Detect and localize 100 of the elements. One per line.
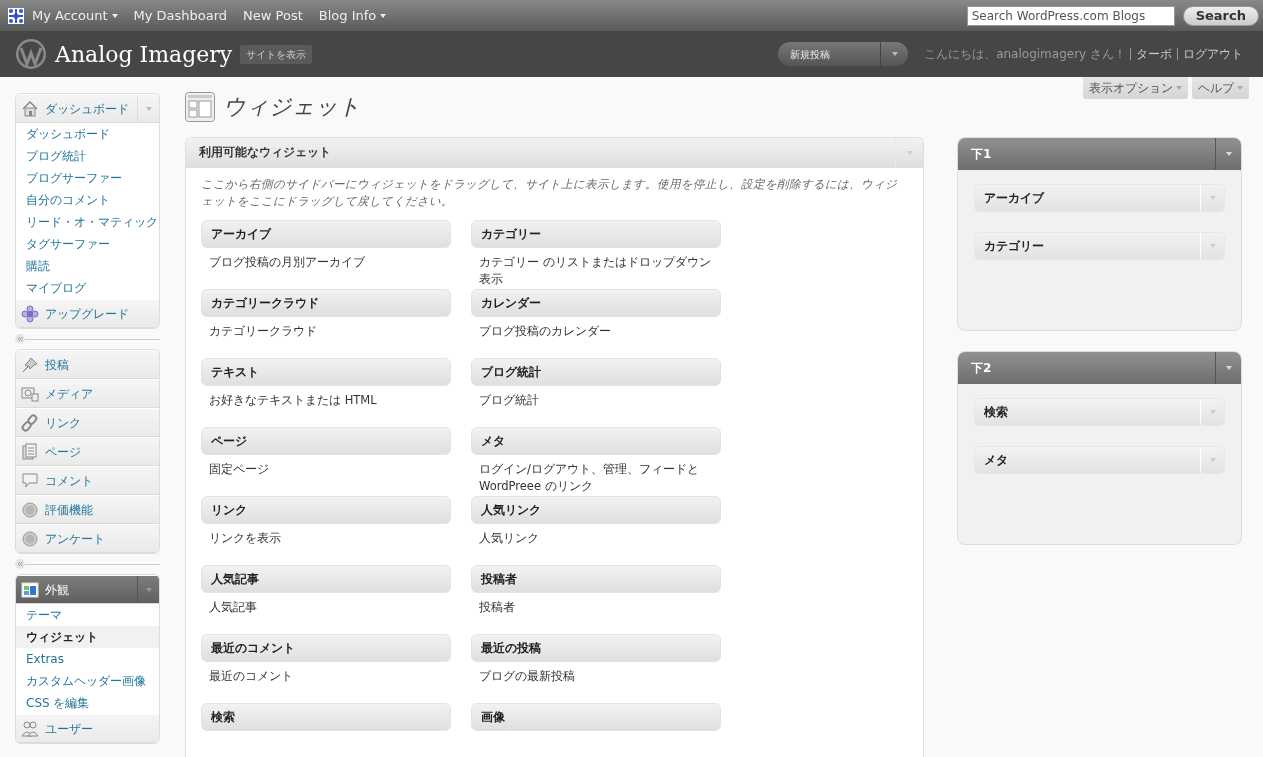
caret-icon bbox=[1225, 366, 1232, 370]
admin-bar-link[interactable]: My Dashboard bbox=[125, 5, 236, 26]
widget-handle[interactable]: カテゴリークラウド bbox=[201, 289, 451, 317]
new-post-dropdown[interactable]: 新規投稿 bbox=[778, 42, 909, 66]
submenu-item[interactable]: 自分のコメント bbox=[16, 189, 159, 211]
caret-icon bbox=[891, 52, 898, 56]
widget-handle[interactable]: カテゴリー bbox=[471, 220, 721, 248]
widget-handle[interactable]: テキスト bbox=[201, 358, 451, 386]
widget-handle[interactable]: メタ bbox=[471, 427, 721, 455]
submenu-item[interactable]: Extras bbox=[16, 648, 159, 670]
widget-description: お好きなテキストまたは HTML bbox=[208, 392, 378, 409]
widget-handle[interactable]: 人気リンク bbox=[471, 496, 721, 524]
greeting-text: こんにちは、analogimagery さん！ bbox=[924, 46, 1126, 63]
submenu-item[interactable]: タグサーファー bbox=[16, 233, 159, 255]
circle-icon bbox=[21, 529, 39, 548]
house-icon bbox=[21, 99, 39, 118]
widget-description: 人気記事 bbox=[208, 599, 258, 616]
menu-item[interactable]: アンケート bbox=[16, 524, 159, 553]
menu-item[interactable]: アップグレード bbox=[16, 299, 159, 328]
caret-icon bbox=[145, 587, 152, 592]
caret-icon bbox=[1176, 86, 1182, 90]
menu-item[interactable]: コメント bbox=[16, 466, 159, 495]
site-title: Analog Imagery bbox=[55, 40, 233, 69]
widget-description: リンクを表示 bbox=[208, 530, 282, 547]
widget-handle[interactable]: アーカイブ bbox=[974, 184, 1225, 212]
widgets-icon bbox=[185, 92, 215, 122]
admin-bar-link[interactable]: My Account bbox=[24, 5, 126, 26]
menu-item[interactable]: メディア bbox=[16, 379, 159, 408]
menu-item[interactable]: 外観 bbox=[16, 575, 159, 604]
people-icon bbox=[21, 719, 39, 738]
widget-description: 投稿者 bbox=[478, 599, 516, 616]
account-icon bbox=[8, 7, 24, 24]
widget-handle[interactable]: 画像 bbox=[471, 703, 721, 731]
widget-handle[interactable]: 検索 bbox=[201, 703, 451, 731]
instructions-text: ここから右側のサイドバーにウィジェットをドラッグして、サイト上に表示します。使用を停止し、設定を削除するには、ウィジェットをここにドラッグして戻してください。 bbox=[200, 176, 898, 210]
pushpin-icon bbox=[21, 355, 39, 374]
widget-description: ブログの最新投稿 bbox=[478, 668, 576, 685]
widget-handle[interactable]: 投稿者 bbox=[471, 565, 721, 593]
submenu-item[interactable]: ウィジェット bbox=[16, 626, 159, 648]
widget-handle[interactable]: リンク bbox=[201, 496, 451, 524]
menu-item[interactable]: ユーザー bbox=[16, 714, 159, 743]
screen-meta-button[interactable]: ヘルプ bbox=[1192, 77, 1249, 99]
widget-description: ログイン/ログアウト、管理、フィードと WordPreee のリンク bbox=[478, 461, 700, 495]
layout-icon bbox=[21, 580, 39, 599]
speech-bubble-icon bbox=[21, 471, 39, 490]
admin-bar-link[interactable]: Blog Info bbox=[310, 5, 395, 26]
chain-link-icon bbox=[21, 413, 39, 432]
widget-handle[interactable]: 最近の投稿 bbox=[471, 634, 721, 662]
logo-icon bbox=[15, 38, 47, 70]
header-link[interactable]: ログアウト bbox=[1177, 48, 1248, 60]
submenu-item[interactable]: マイブログ bbox=[16, 277, 159, 299]
caret-icon bbox=[1225, 152, 1232, 156]
widget-handle[interactable]: メタ bbox=[974, 446, 1225, 474]
widget-handle[interactable]: 検索 bbox=[974, 398, 1225, 426]
menu-item[interactable]: 評価機能 bbox=[16, 495, 159, 524]
submenu-item[interactable]: ダッシュボード bbox=[16, 123, 159, 145]
submenu-item[interactable]: テーマ bbox=[16, 604, 159, 626]
search-button[interactable]: Search bbox=[1182, 5, 1259, 26]
widget-handle[interactable]: ブログ統計 bbox=[471, 358, 721, 386]
screen-meta-button[interactable]: 表示オプション bbox=[1083, 77, 1188, 99]
header-link[interactable]: ターボ bbox=[1130, 48, 1177, 60]
admin-bar-link[interactable]: New Post bbox=[235, 5, 311, 26]
submenu-item[interactable]: 購読 bbox=[16, 255, 159, 277]
menu-item[interactable]: ページ bbox=[16, 437, 159, 466]
collapse-icon bbox=[15, 559, 25, 569]
caret-icon bbox=[380, 13, 387, 18]
submenu-item[interactable]: CSS を編集 bbox=[16, 692, 159, 714]
widget-handle[interactable]: カテゴリー bbox=[974, 232, 1225, 260]
widget-handle[interactable]: ページ bbox=[201, 427, 451, 455]
widget-handle[interactable]: 最近のコメント bbox=[201, 634, 451, 662]
panel-title: 利用可能なウィジェット bbox=[199, 144, 331, 162]
submenu-item[interactable]: ブログサーファー bbox=[16, 167, 159, 189]
widget-description: 最近のコメント bbox=[208, 668, 294, 685]
menu-item[interactable]: 投稿 bbox=[16, 350, 159, 379]
widget-description: ブログ統計 bbox=[478, 392, 540, 409]
widget-description: 人気リンク bbox=[478, 530, 540, 547]
flower-icon bbox=[21, 304, 39, 323]
caret-icon bbox=[145, 106, 152, 111]
widget-description: 固定ページ bbox=[208, 461, 270, 478]
search-field[interactable]: Search WordPress.com Blogs bbox=[966, 5, 1175, 26]
page-title: ウィジェット bbox=[223, 93, 361, 121]
sidebar-header[interactable]: 下1 bbox=[958, 138, 1241, 170]
menu-item[interactable]: リンク bbox=[16, 408, 159, 437]
caret-icon bbox=[1237, 86, 1243, 90]
widget-handle[interactable]: カレンダー bbox=[471, 289, 721, 317]
document-icon bbox=[21, 442, 39, 461]
submenu-item[interactable]: ブログ統計 bbox=[16, 145, 159, 167]
collapse-icon bbox=[15, 334, 25, 344]
widget-description: ブログ投稿の月別アーカイブ bbox=[208, 254, 366, 271]
widget-handle[interactable]: 人気記事 bbox=[201, 565, 451, 593]
widget-description: カテゴリー のリストまたはドロップダウン表示 bbox=[478, 254, 712, 288]
sidebar-header[interactable]: 下2 bbox=[958, 352, 1241, 384]
circle-icon bbox=[21, 500, 39, 519]
submenu-item[interactable]: リード・オ・マティック bbox=[16, 211, 159, 233]
caret-icon bbox=[111, 13, 118, 18]
widget-handle[interactable]: アーカイブ bbox=[201, 220, 451, 248]
menu-item[interactable]: ダッシュボード bbox=[16, 94, 159, 123]
view-site-button[interactable]: サイトを表示 bbox=[240, 44, 313, 64]
submenu-item[interactable]: カスタムヘッダー画像 bbox=[16, 670, 159, 692]
widget-description: カテゴリークラウド bbox=[208, 323, 318, 340]
